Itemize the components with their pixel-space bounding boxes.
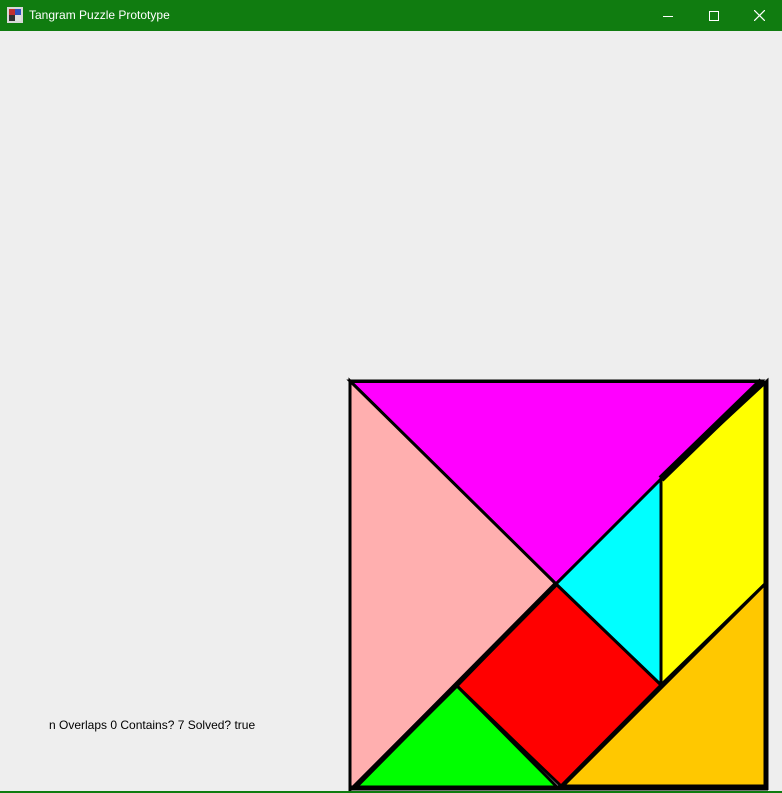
tangram-board <box>346 377 769 793</box>
status-readout: n Overlaps 0 Contains? 7 Solved? true <box>49 718 256 732</box>
